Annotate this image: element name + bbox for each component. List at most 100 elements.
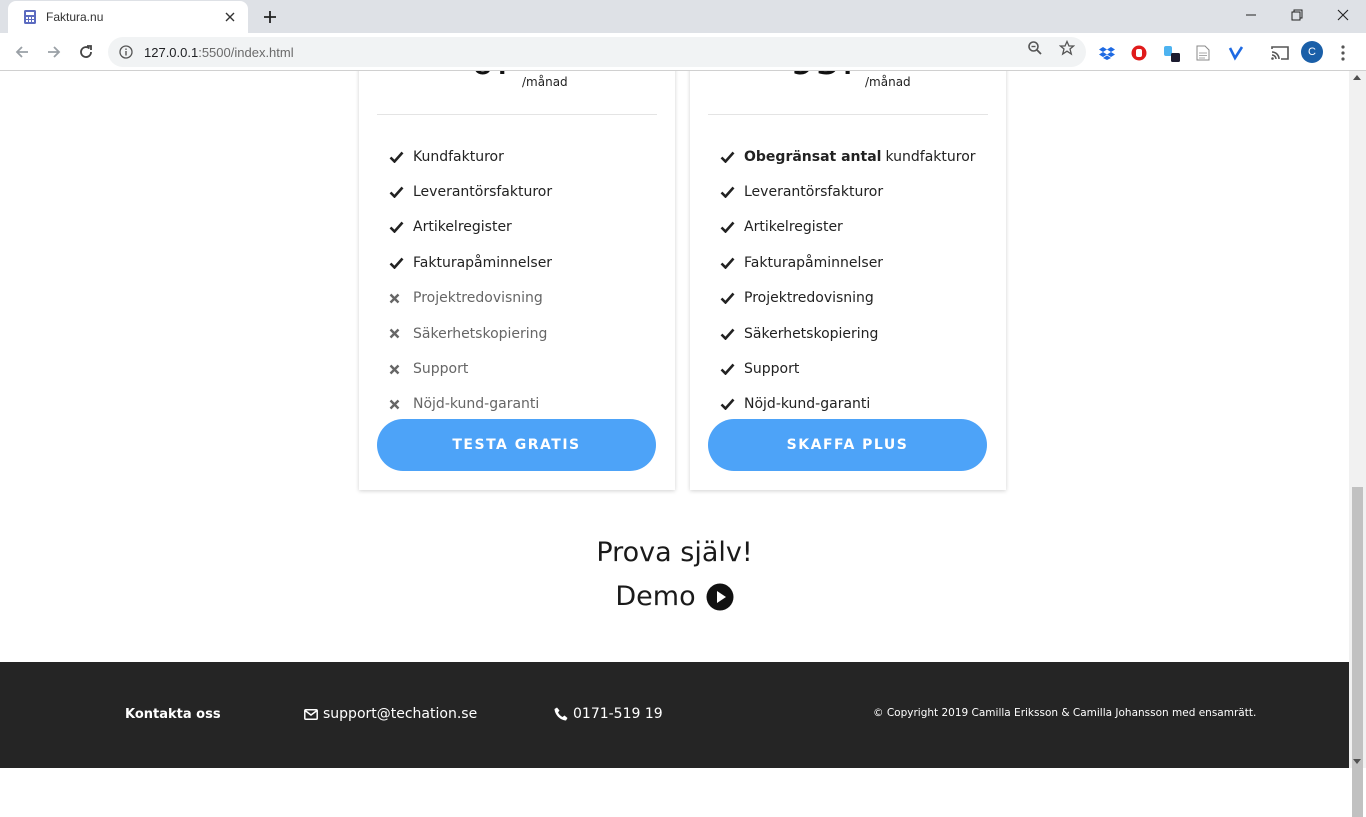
bookmark-star-icon[interactable] [1058, 39, 1076, 57]
feature-item: Fakturapåminnelser [720, 245, 976, 280]
footer-phone[interactable]: 0171-519 19 [554, 706, 663, 722]
dropbox-icon[interactable] [1097, 43, 1117, 63]
feature-text: Nöjd-kund-garanti [413, 396, 540, 413]
check-icon [720, 363, 742, 376]
check-icon [720, 257, 742, 269]
feature-emphasis: Obegränsat antal [744, 148, 882, 165]
feature-text: Nöjd-kund-garanti [744, 396, 871, 413]
feature-text: Leverantörsfakturor [413, 184, 553, 201]
envelope-icon [304, 708, 318, 720]
feature-item: Nöjd-kund-garanti [389, 387, 552, 422]
check-icon [389, 221, 411, 234]
feature-text: kundfakturor [885, 148, 976, 165]
close-window-icon[interactable] [1320, 0, 1366, 30]
feature-item: Leverantörsfakturor [389, 174, 552, 209]
browser-tab[interactable]: Faktura.nu [8, 1, 248, 33]
divider [708, 114, 988, 115]
check-icon [389, 257, 411, 269]
new-tab-button[interactable] [256, 5, 284, 29]
check-icon [720, 151, 742, 163]
try-heading: Prova själv! [596, 537, 753, 568]
calculator-icon [22, 9, 38, 25]
back-arrow-icon[interactable] [8, 38, 36, 66]
feature-item: Support [389, 351, 552, 386]
address-bar[interactable]: 127.0.0.1:5500/index.html [108, 37, 1086, 67]
price-block: 0:- /månad [359, 71, 675, 89]
scroll-up-arrow[interactable] [1353, 75, 1361, 80]
feature-item: Projektredovisning [720, 281, 976, 316]
demo-label: Demo [615, 581, 696, 612]
pricing-card-plus: 95:- /månad Obegränsat antalkundfakturor… [690, 71, 1006, 490]
forward-arrow-icon[interactable] [40, 38, 68, 66]
email-text: support@techation.se [323, 706, 478, 722]
feature-text: Fakturapåminnelser [413, 254, 553, 271]
phone-icon [554, 707, 568, 721]
play-circle-icon[interactable] [706, 583, 734, 611]
feature-text: Kundfakturor [413, 148, 504, 165]
feature-item: Support [720, 351, 976, 386]
check-icon [720, 398, 742, 411]
menu-dots-icon[interactable] [1333, 43, 1353, 63]
cross-icon [389, 399, 411, 410]
scrollbar[interactable] [1349, 71, 1366, 817]
price-unit: /månad [522, 75, 568, 89]
copyright-text: © Copyright 2019 Camilla Eriksson & Cami… [873, 707, 1257, 719]
feature-text: Artikelregister [413, 219, 512, 236]
feature-text: Projektredovisning [413, 290, 543, 307]
profile-avatar[interactable]: C [1301, 41, 1323, 63]
demo-link[interactable]: Demo [0, 581, 1349, 612]
feature-text: Support [744, 361, 800, 378]
cast-icon[interactable] [1270, 43, 1290, 63]
feature-text: Support [413, 361, 469, 378]
tab-strip: Faktura.nu [0, 0, 1366, 33]
feature-text: Fakturapåminnelser [744, 254, 884, 271]
testa-gratis-button[interactable]: TESTA GRATIS [377, 419, 656, 471]
reload-icon[interactable] [72, 38, 100, 66]
price-unit: /månad [865, 75, 911, 89]
restore-icon[interactable] [1274, 0, 1320, 30]
check-icon [720, 186, 742, 199]
contact-heading: Kontakta oss [125, 707, 221, 722]
check-icon [720, 292, 742, 305]
minimize-icon[interactable] [1228, 0, 1274, 30]
feature-text: Säkerhetskopiering [744, 325, 879, 342]
feature-item: Kundfakturor [389, 139, 552, 174]
feature-item: Leverantörsfakturor [720, 174, 976, 209]
feature-text: Säkerhetskopiering [413, 325, 548, 342]
feature-item: Säkerhetskopiering [720, 316, 976, 351]
check-icon [720, 221, 742, 234]
feature-item: Fakturapåminnelser [389, 245, 552, 280]
document-icon[interactable] [1193, 43, 1213, 63]
feature-item: Obegränsat antal kundfakturor [720, 139, 976, 174]
cross-icon [389, 364, 411, 375]
zoom-icon[interactable] [1026, 39, 1044, 57]
browser-toolbar: 127.0.0.1:5500/index.html C [0, 33, 1366, 71]
feature-list: Obegränsat antal kundfakturor Leverantörsf… [720, 139, 976, 422]
extension-badge-icon[interactable] [1161, 43, 1181, 63]
check-extension-icon[interactable] [1226, 43, 1246, 63]
feature-text: Leverantörsfakturor [744, 184, 884, 201]
feature-item: Artikelregister [389, 210, 552, 245]
scroll-down-arrow[interactable] [1353, 759, 1361, 764]
check-icon [720, 328, 742, 340]
footer-email[interactable]: support@techation.se [304, 706, 477, 722]
cross-icon [389, 328, 411, 339]
tab-title: Faktura.nu [46, 10, 104, 24]
price-amount: 0:- [470, 71, 523, 81]
feature-item: Nöjd-kund-garanti [720, 387, 976, 422]
feature-text: Artikelregister [744, 219, 843, 236]
feature-item: Projektredovisning [389, 281, 552, 316]
skaffa-plus-button[interactable]: SKAFFA PLUS [708, 419, 987, 471]
footer: Kontakta oss support@techation.se 0171-5… [0, 662, 1349, 768]
close-tab-icon[interactable] [222, 9, 238, 25]
price-block: 95:- /månad [690, 71, 1006, 89]
price-amount: 95:- [790, 71, 869, 81]
phone-text: 0171-519 19 [573, 706, 663, 722]
info-icon[interactable] [118, 44, 134, 60]
feature-item: Säkerhetskopiering [389, 316, 552, 351]
cross-icon [389, 293, 411, 304]
divider [377, 114, 657, 115]
check-icon [389, 151, 411, 163]
feature-list: Kundfakturor Leverantörsfakturor Artikelre… [389, 139, 552, 422]
adblock-icon[interactable] [1129, 43, 1149, 63]
